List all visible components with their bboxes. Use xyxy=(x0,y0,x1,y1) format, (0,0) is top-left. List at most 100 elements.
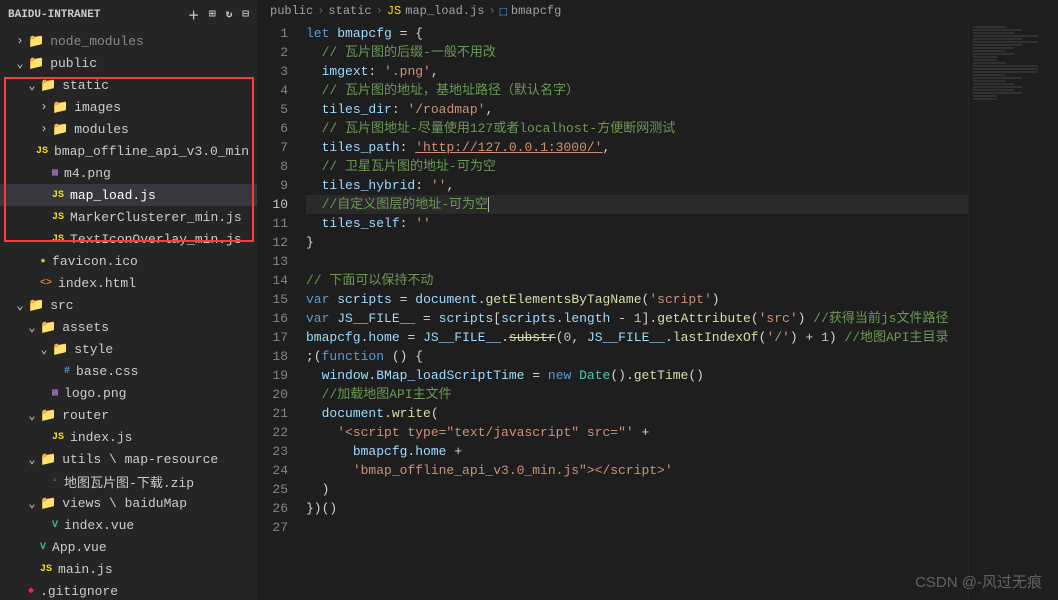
chevron-icon: ⌄ xyxy=(24,408,40,423)
tree-label: style xyxy=(74,342,113,357)
tree-item[interactable]: ⌄📁 views \ baiduMap xyxy=(0,492,257,514)
crumb-static[interactable]: static xyxy=(328,4,371,18)
js-icon: JS xyxy=(387,4,401,18)
minimap[interactable] xyxy=(968,22,1058,600)
tree-item[interactable]: ›📁node_modules xyxy=(0,30,257,52)
minimap-content xyxy=(973,26,1054,100)
tree-label: modules xyxy=(74,122,129,137)
folder-icon: 📁 xyxy=(40,320,56,335)
tree-item[interactable]: <> index.html xyxy=(0,272,257,294)
tree-item[interactable]: ▩m4.png xyxy=(0,162,257,184)
tree-label: index.vue xyxy=(64,518,134,533)
tree-label: router xyxy=(62,408,109,423)
tree-item[interactable]: ⌄📁 utils \ map-resource xyxy=(0,448,257,470)
explorer-actions: ＋ ⊞ ↻ ⊟ xyxy=(188,7,249,23)
tree-item[interactable]: ◆ .gitignore xyxy=(0,580,257,600)
chevron-icon: ⌄ xyxy=(12,56,28,71)
tree-label: index.js xyxy=(70,430,132,445)
new-folder-icon[interactable]: ⊞ xyxy=(209,7,216,23)
tree-label: node_modules xyxy=(50,34,144,49)
file-icon: JS xyxy=(52,432,64,443)
tree-label: utils \ map-resource xyxy=(62,452,218,467)
chevron-icon: ⌄ xyxy=(24,452,40,467)
file-icon: JS xyxy=(52,212,64,223)
tree-item[interactable]: ★ favicon.ico xyxy=(0,250,257,272)
collapse-icon[interactable]: ⊟ xyxy=(242,7,249,23)
line-numbers: 1234567891011121314151617181920212223242… xyxy=(258,22,306,600)
tree-item[interactable]: JS bmap_offline_api_v3.0_min.js xyxy=(0,140,257,162)
tree-item[interactable]: ⌄📁router xyxy=(0,404,257,426)
chevron-icon: ⌄ xyxy=(24,320,40,335)
tree-item[interactable]: ⌄📁 static xyxy=(0,74,257,96)
tree-item[interactable]: ⌄📁 assets xyxy=(0,316,257,338)
tree-label: map_load.js xyxy=(70,188,156,203)
file-icon: ◆ xyxy=(28,585,34,597)
chevron-icon: ⌄ xyxy=(24,78,40,93)
tree-item[interactable]: Vindex.vue xyxy=(0,514,257,536)
explorer-sidebar: BAIDU-INTRANET ＋ ⊞ ↻ ⊟ ›📁node_modules⌄📁p… xyxy=(0,0,258,600)
refresh-icon[interactable]: ↻ xyxy=(226,7,233,23)
file-tree[interactable]: ›📁node_modules⌄📁public⌄📁static›📁images›📁… xyxy=(0,30,257,600)
tree-label: images xyxy=(74,100,121,115)
tree-item[interactable]: ⌄📁public xyxy=(0,52,257,74)
folder-icon: 📁 xyxy=(40,78,56,93)
tree-label: src xyxy=(50,298,73,313)
folder-icon: 📁 xyxy=(52,342,68,357)
file-icon: ▩ xyxy=(52,387,58,399)
code-content[interactable]: let bmapcfg = { // 瓦片图的后缀-一般不用改 imgext: … xyxy=(306,22,968,600)
tree-item[interactable]: JSMarkerClusterer_min.js xyxy=(0,206,257,228)
tree-label: index.html xyxy=(58,276,136,291)
crumb-file[interactable]: JS map_load.js xyxy=(387,4,485,18)
file-icon: JS xyxy=(36,146,48,157)
file-icon: ★ xyxy=(40,255,46,267)
tree-label: views \ baiduMap xyxy=(62,496,187,511)
tree-item[interactable]: ›📁images xyxy=(0,96,257,118)
tree-item[interactable]: JS TextIconOverlay_min.js xyxy=(0,228,257,250)
folder-icon: 📁 xyxy=(52,122,68,137)
chevron-icon: ⌄ xyxy=(12,298,28,313)
tree-item[interactable]: ▫地图瓦片图-下载.zip xyxy=(0,470,257,492)
tree-item[interactable]: ▩ logo.png xyxy=(0,382,257,404)
tree-label: favicon.ico xyxy=(52,254,138,269)
folder-icon: 📁 xyxy=(28,298,44,313)
file-icon: <> xyxy=(40,278,52,289)
tree-label: logo.png xyxy=(64,386,126,401)
chevron-icon: ⌄ xyxy=(24,496,40,511)
tree-label: base.css xyxy=(76,364,138,379)
crumb-public[interactable]: public xyxy=(270,4,313,18)
tree-item[interactable]: JS index.js xyxy=(0,426,257,448)
chevron-icon: ⌄ xyxy=(36,342,52,357)
tree-label: bmap_offline_api_v3.0_min.js xyxy=(54,144,257,159)
variable-icon: ⬚ xyxy=(500,4,507,19)
file-icon: JS xyxy=(40,564,52,575)
tree-label: main.js xyxy=(58,562,113,577)
code-editor[interactable]: 1234567891011121314151617181920212223242… xyxy=(258,22,1058,600)
tree-label: TextIconOverlay_min.js xyxy=(70,232,242,247)
file-icon: JS xyxy=(52,234,64,245)
tree-item[interactable]: ⌄📁 src xyxy=(0,294,257,316)
chevron-right-icon: › xyxy=(488,4,495,18)
tree-label: 地图瓦片图-下载.zip xyxy=(64,472,194,491)
tree-item[interactable]: JSmap_load.js xyxy=(0,184,257,206)
tree-label: static xyxy=(62,78,109,93)
new-file-icon[interactable]: ＋ xyxy=(188,7,199,23)
chevron-right-icon: › xyxy=(376,4,383,18)
tree-item[interactable]: ›📁modules xyxy=(0,118,257,140)
tree-label: App.vue xyxy=(52,540,107,555)
folder-icon: 📁 xyxy=(40,452,56,467)
file-icon: V xyxy=(52,520,58,531)
tree-item[interactable]: # base.css xyxy=(0,360,257,382)
file-icon: # xyxy=(64,366,70,377)
tree-label: assets xyxy=(62,320,109,335)
breadcrumb[interactable]: public › static › JS map_load.js › ⬚ bma… xyxy=(258,0,1058,22)
tree-item[interactable]: V App.vue xyxy=(0,536,257,558)
tree-item[interactable]: JS main.js xyxy=(0,558,257,580)
crumb-symbol[interactable]: ⬚ bmapcfg xyxy=(500,4,562,19)
project-title: BAIDU-INTRANET xyxy=(8,9,100,21)
tree-label: .gitignore xyxy=(40,584,118,599)
folder-icon: 📁 xyxy=(28,34,44,49)
tree-item[interactable]: ⌄📁 style xyxy=(0,338,257,360)
file-icon: V xyxy=(40,542,46,553)
folder-icon: 📁 xyxy=(40,496,56,511)
watermark: CSDN @-风过无痕 xyxy=(915,571,1042,592)
